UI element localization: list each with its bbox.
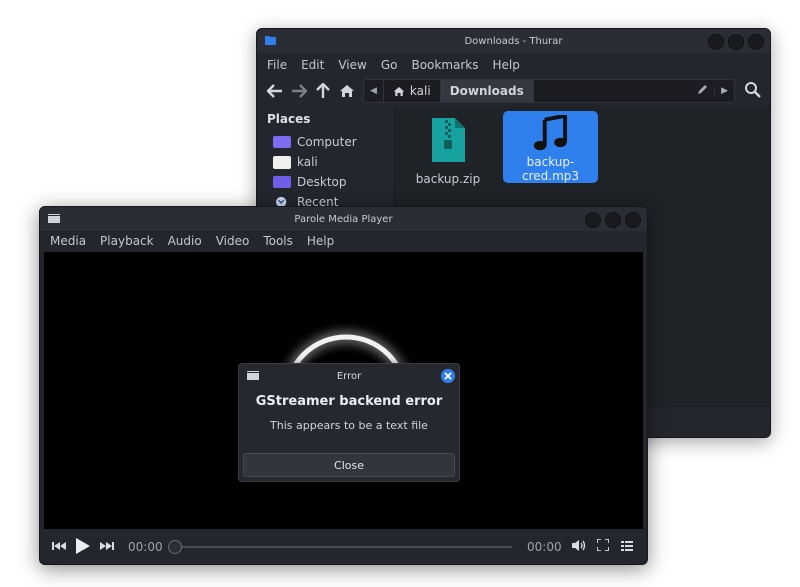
close-button[interactable]: [625, 212, 641, 228]
menu-audio[interactable]: Audio: [161, 234, 209, 248]
path-bar: ◀ kali Downloads ▶: [363, 79, 735, 103]
back-arrow-icon[interactable]: [263, 79, 287, 103]
menu-go[interactable]: Go: [374, 58, 405, 72]
sidebar-item-desktop[interactable]: Desktop: [257, 172, 394, 192]
home-folder-icon: [273, 155, 291, 169]
volume-icon[interactable]: [572, 539, 586, 555]
sidebar-item-label: kali: [297, 155, 318, 169]
sidebar-item-label: Computer: [297, 135, 357, 149]
audio-file-icon: [533, 115, 567, 151]
maximize-button[interactable]: [605, 212, 621, 228]
menu-bookmarks[interactable]: Bookmarks: [404, 58, 485, 72]
places-heading: Places: [267, 112, 311, 126]
menu-video[interactable]: Video: [209, 234, 257, 248]
zip-file-icon: [432, 118, 465, 162]
menu-view[interactable]: View: [331, 58, 373, 72]
folder-icon: [265, 36, 276, 45]
desktop-icon: [273, 176, 291, 188]
parole-titlebar[interactable]: Parole Media Player: [40, 207, 647, 231]
pencil-icon[interactable]: [691, 84, 714, 98]
sidebar-item-computer[interactable]: Computer: [257, 132, 394, 152]
path-scroll-right-icon[interactable]: ▶: [714, 86, 734, 96]
dialog-title: Error: [336, 370, 362, 382]
thunar-menubar: File Edit View Go Bookmarks Help: [257, 53, 770, 77]
sidebar-item-kali[interactable]: kali: [257, 152, 394, 172]
total-time: 00:00: [527, 540, 562, 554]
path-scroll-left-icon[interactable]: ◀: [364, 80, 384, 102]
close-button[interactable]: [748, 34, 764, 50]
menu-file[interactable]: File: [257, 58, 294, 72]
playback-controls: 00:00 00:00: [40, 530, 647, 564]
breadcrumb-kali-label: kali: [409, 84, 431, 98]
minimize-button[interactable]: [708, 34, 724, 50]
fullscreen-icon[interactable]: [596, 538, 610, 554]
thunar-toolbar: ◀ kali Downloads ▶: [257, 78, 770, 104]
file-backup-zip[interactable]: backup.zip: [400, 114, 496, 186]
menu-tools[interactable]: Tools: [256, 234, 300, 248]
breadcrumb-downloads-label: Downloads: [449, 84, 524, 98]
dialog-heading: GStreamer backend error: [255, 394, 443, 409]
home-icon[interactable]: [335, 79, 359, 103]
parole-menubar: Media Playback Audio Video Tools Help: [40, 229, 647, 253]
up-arrow-icon[interactable]: [311, 79, 335, 103]
dialog-message: This appears to be a text file: [270, 419, 428, 432]
computer-icon: [273, 136, 291, 148]
maximize-button[interactable]: [728, 34, 744, 50]
menu-playback[interactable]: Playback: [93, 234, 161, 248]
home-icon: [393, 86, 405, 96]
menu-help[interactable]: Help: [486, 58, 527, 72]
file-name-label: backup-cred.mp3: [521, 155, 580, 183]
minimize-button[interactable]: [585, 212, 601, 228]
parole-app-icon: [247, 371, 259, 380]
error-dialog: Error GStreamer backend error This appea…: [238, 363, 460, 482]
thunar-titlebar[interactable]: Downloads - Thurar: [257, 29, 770, 53]
thunar-title: Downloads - Thurar: [464, 35, 563, 47]
file-backup-cred-mp3[interactable]: backup-cred.mp3: [503, 111, 598, 183]
play-icon[interactable]: [75, 537, 91, 558]
parole-title: Parole Media Player: [294, 213, 393, 225]
menu-help[interactable]: Help: [300, 234, 341, 248]
current-time: 00:00: [128, 540, 163, 554]
next-track-icon[interactable]: [100, 540, 114, 554]
close-button[interactable]: Close: [243, 453, 455, 477]
breadcrumb-downloads[interactable]: Downloads: [440, 80, 534, 102]
seek-handle[interactable]: [168, 540, 182, 554]
forward-arrow-icon[interactable]: [287, 79, 311, 103]
file-name-label: backup.zip: [415, 172, 481, 186]
playlist-icon[interactable]: [621, 540, 633, 554]
search-icon[interactable]: [744, 81, 764, 101]
seek-bar[interactable]: [174, 546, 512, 548]
menu-edit[interactable]: Edit: [294, 58, 331, 72]
dialog-close-icon[interactable]: [441, 369, 455, 383]
breadcrumb-kali[interactable]: kali: [384, 80, 441, 102]
sidebar-item-label: Desktop: [297, 175, 347, 189]
dialog-titlebar[interactable]: Error: [239, 364, 459, 388]
previous-track-icon[interactable]: [52, 540, 66, 554]
parole-app-icon: [48, 214, 60, 223]
menu-media[interactable]: Media: [40, 234, 93, 248]
